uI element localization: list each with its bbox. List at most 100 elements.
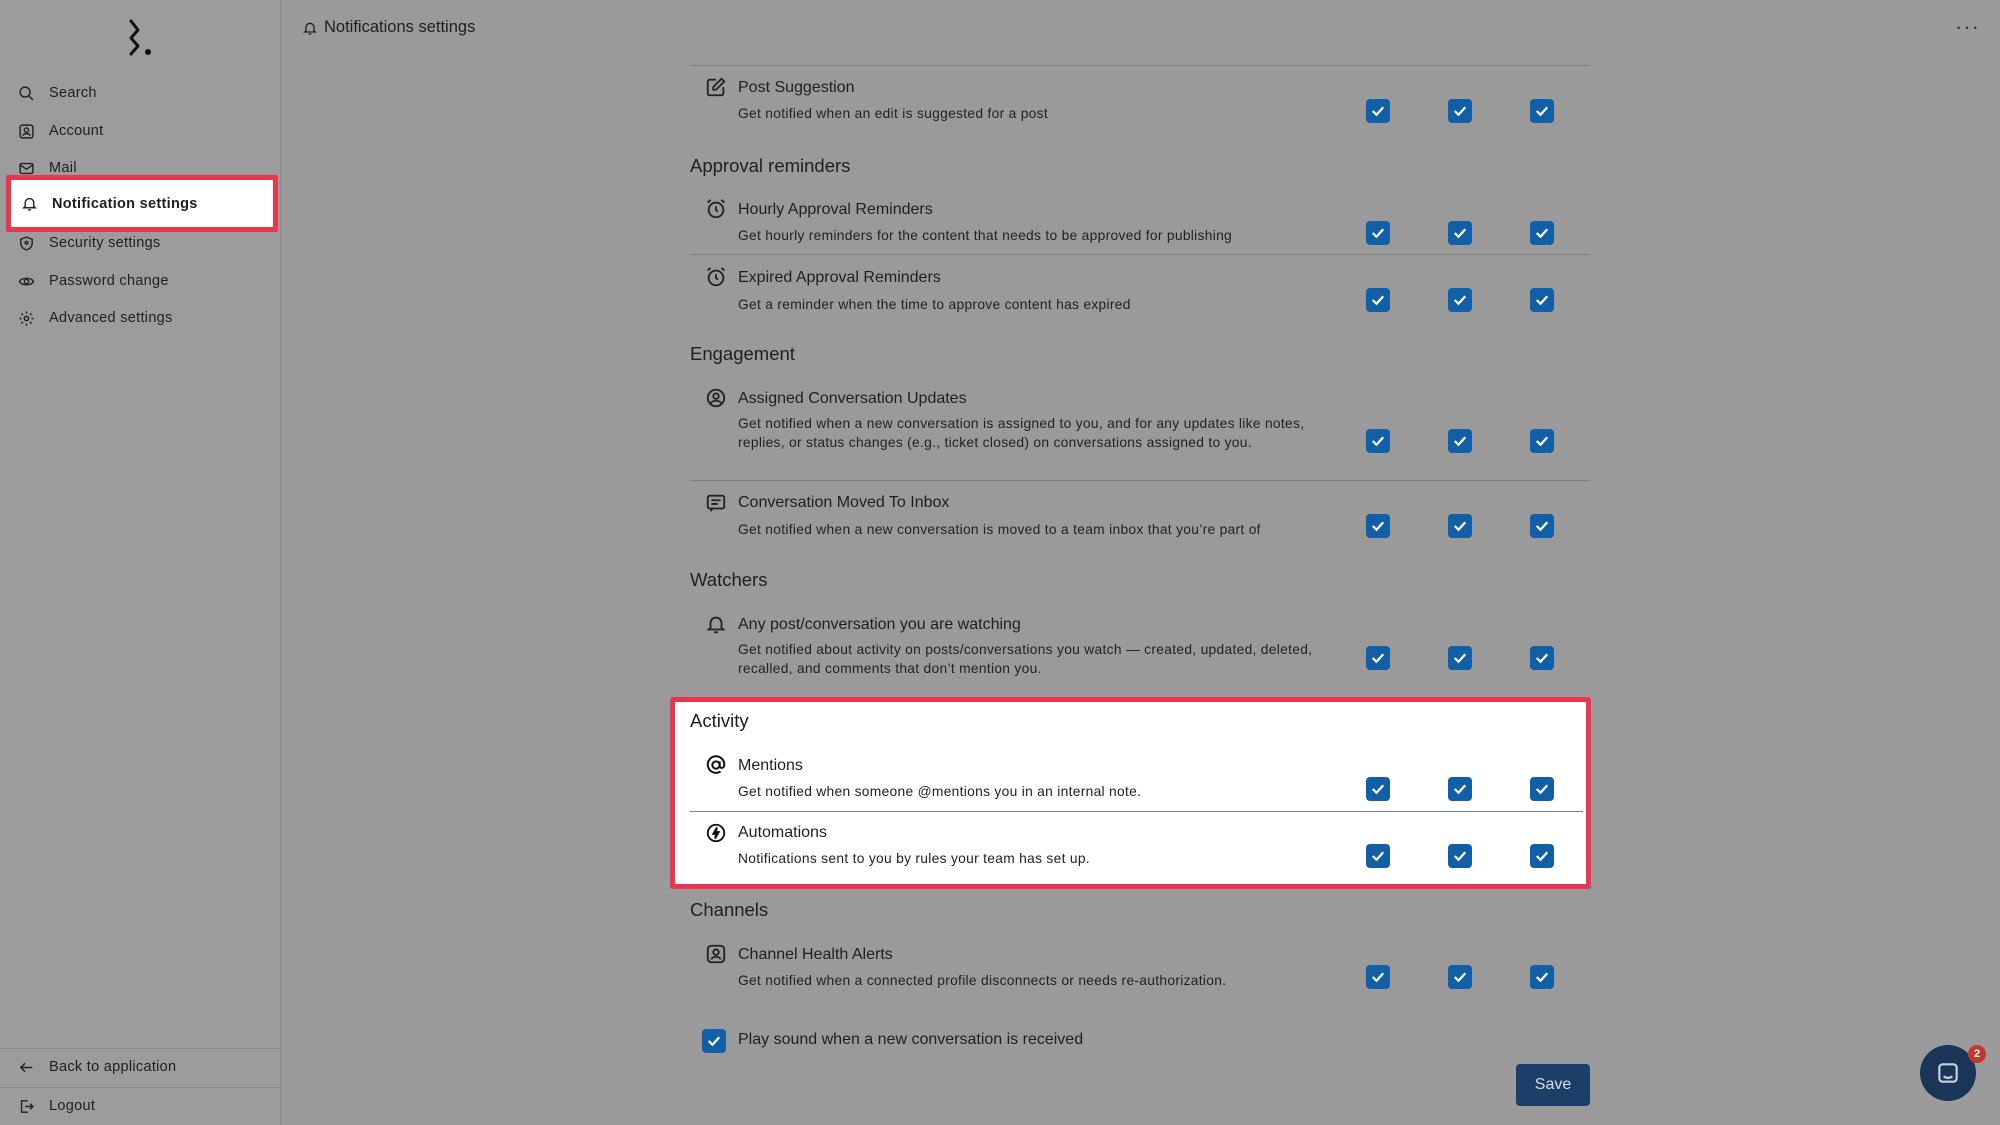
notification-checkbox-col-3[interactable] [1530,514,1554,538]
user-circle-icon [706,388,726,408]
notification-checkbox-col-1[interactable] [1366,99,1390,123]
notification-checkbox-col-3[interactable] [1530,99,1554,123]
check-icon [1535,295,1549,306]
check-icon [1371,295,1385,306]
bolt-icon [706,823,726,843]
notification-checkbox-col-2[interactable] [1448,646,1472,670]
check-icon [1371,228,1385,239]
check-icon [1371,784,1385,795]
check-icon [1453,521,1467,532]
logout-link[interactable]: Logout [8,1088,272,1124]
notification-checkbox-col-1[interactable] [1366,288,1390,312]
check-icon [1453,972,1467,983]
check-icon [1535,972,1549,983]
setting-description: Get a reminder when the time to approve … [738,297,1131,312]
check-icon [1535,653,1549,664]
setting-description: Get hourly reminders for the content tha… [738,228,1233,243]
notification-checkbox-col-3[interactable] [1530,777,1554,801]
check-icon [1535,521,1549,532]
check-icon [1371,653,1385,664]
notification-badge: 2 [1968,1045,1986,1063]
notification-checkbox-col-1[interactable] [1366,844,1390,868]
save-button[interactable]: Save [1516,1064,1590,1106]
setting-title: Assigned Conversation Updates [738,390,967,407]
check-icon [1453,436,1467,447]
sidebar-item-label: Search [49,85,97,101]
notification-checkbox-col-1[interactable] [1366,965,1390,989]
notification-checkbox-col-2[interactable] [1448,429,1472,453]
setting-description: Get notified when a connected profile di… [738,973,1227,988]
page-title-text: Notifications settings [324,18,476,36]
setting-description: Get notified about activity on posts/con… [738,642,1313,676]
notification-checkbox-col-2[interactable] [1448,844,1472,868]
profile-icon [706,944,726,964]
bell-icon [706,616,726,634]
notification-checkbox-col-1[interactable] [1366,777,1390,801]
check-icon [1535,106,1549,117]
notification-checkbox-col-1[interactable] [1366,221,1390,245]
notification-checkbox-col-2[interactable] [1448,514,1472,538]
setting-title: Channel Health Alerts [738,946,893,963]
mail-icon [19,162,34,174]
notification-checkbox-col-1[interactable] [1366,646,1390,670]
notification-checkbox-col-3[interactable] [1530,965,1554,989]
check-icon [1453,295,1467,306]
sidebar-item-label: Password change [49,273,169,289]
account-icon [19,123,34,139]
header: Notifications settings ··· [282,0,2000,56]
notification-checkbox-col-3[interactable] [1530,429,1554,453]
check-icon [1371,106,1385,117]
notification-checkbox-col-1[interactable] [1366,429,1390,453]
play-sound-label: Play sound when a new conversation is re… [738,1031,1084,1048]
notification-checkbox-col-3[interactable] [1530,646,1554,670]
sidebar: Search Account Mail Notification setting… [0,0,281,1125]
notification-checkbox-col-2[interactable] [1448,288,1472,312]
setting-title: Conversation Moved To Inbox [738,494,950,511]
section-title-approval: Approval reminders [690,155,851,176]
check-icon [1535,851,1549,862]
sidebar-item-notification-settings[interactable]: Notification settings [6,175,278,232]
setting-title: Expired Approval Reminders [738,269,941,286]
check-icon [1535,436,1549,447]
back-label: Back to application [49,1059,177,1075]
message-icon [706,494,726,512]
sidebar-item-security-settings[interactable]: Security settings [8,225,272,261]
bell-icon [303,22,317,35]
play-sound-checkbox[interactable] [702,1029,726,1053]
arrow-left-icon [19,1062,33,1072]
logout-icon [20,1099,34,1113]
notification-checkbox-col-1[interactable] [1366,514,1390,538]
setting-description: Get notified when a new conversation is … [738,522,1261,537]
notification-checkbox-col-3[interactable] [1530,844,1554,868]
sidebar-item-search[interactable]: Search [8,75,272,111]
notification-checkbox-col-2[interactable] [1448,965,1472,989]
check-icon [1371,972,1385,983]
check-icon [1453,653,1467,664]
setting-description: Notifications sent to you by rules your … [738,851,1090,866]
check-icon [1535,784,1549,795]
more-options-icon[interactable]: ··· [1955,14,1980,40]
logo-icon[interactable] [124,18,156,58]
section-title-channels: Channels [690,899,769,920]
notification-checkbox-col-3[interactable] [1530,221,1554,245]
bell-icon [22,197,37,211]
shield-icon [20,235,33,251]
sidebar-item-account[interactable]: Account [8,113,272,149]
check-icon [707,1036,721,1047]
section-title-activity: Activity [690,710,749,731]
sidebar-item-label: Account [49,123,104,139]
notification-checkbox-col-2[interactable] [1448,777,1472,801]
check-icon [1371,521,1385,532]
check-icon [1453,851,1467,862]
sidebar-item-advanced-settings[interactable]: Advanced settings [8,300,272,336]
notification-checkbox-col-2[interactable] [1448,99,1472,123]
notification-checkbox-col-3[interactable] [1530,288,1554,312]
back-to-application-link[interactable]: Back to application [8,1049,272,1085]
check-icon [1453,228,1467,239]
check-icon [1371,851,1385,862]
setting-title: Mentions [738,757,803,774]
section-title-engagement: Engagement [690,343,795,364]
notification-checkbox-col-2[interactable] [1448,221,1472,245]
setting-title: Hourly Approval Reminders [738,201,933,218]
sidebar-item-password-change[interactable]: Password change [8,263,272,299]
